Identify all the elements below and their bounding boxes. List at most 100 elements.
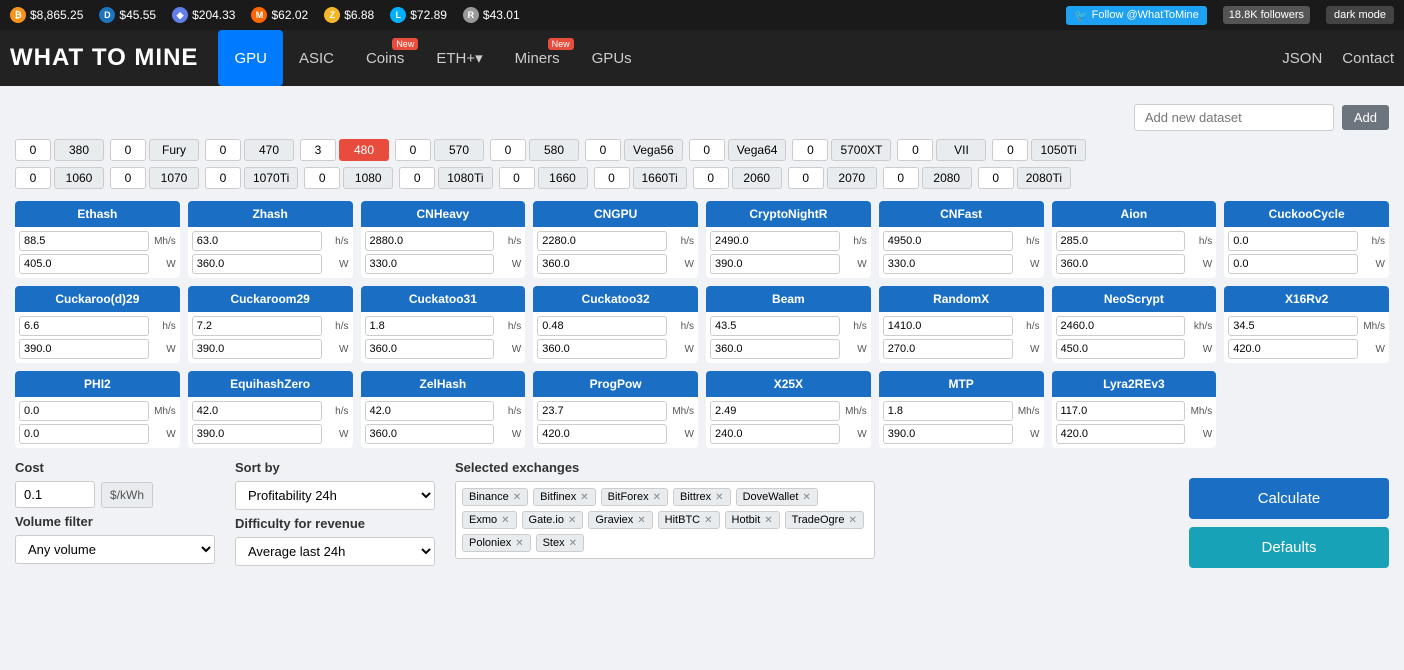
nav-item-miners[interactable]: MinersNew: [499, 30, 576, 86]
calculate-button[interactable]: Calculate: [1189, 478, 1389, 519]
algo-header-ethash[interactable]: Ethash: [15, 201, 180, 227]
exchange-remove-hitbtc[interactable]: ✕: [704, 515, 712, 526]
exchange-remove-gate.io[interactable]: ✕: [568, 515, 576, 526]
algo-header-cuckaroo-d-29[interactable]: Cuckaroo(d)29: [15, 286, 180, 312]
algo-power-randomx[interactable]: [883, 339, 1013, 359]
add-dataset-button[interactable]: Add: [1342, 105, 1389, 130]
algo-header-cnfast[interactable]: CNFast: [879, 201, 1044, 227]
gpu-count-2080[interactable]: [883, 167, 919, 189]
gpu-count-2070[interactable]: [788, 167, 824, 189]
algo-power-cnfast[interactable]: [883, 254, 1013, 274]
algo-header-cnheavy[interactable]: CNHeavy: [361, 201, 526, 227]
algo-power-beam[interactable]: [710, 339, 840, 359]
algo-hashrate-progpow[interactable]: [537, 401, 667, 421]
algo-hashrate-cuckaroo-d-29[interactable]: [19, 316, 149, 336]
exchange-remove-exmo[interactable]: ✕: [501, 515, 509, 526]
exchange-remove-bittrex[interactable]: ✕: [715, 492, 723, 503]
nav-right-json[interactable]: JSON: [1282, 50, 1322, 67]
algo-power-x16rv2[interactable]: [1228, 339, 1358, 359]
algo-hashrate-zhash[interactable]: [192, 231, 322, 251]
exchange-remove-tradeogre[interactable]: ✕: [848, 515, 856, 526]
gpu-count-5700XT[interactable]: [792, 139, 828, 161]
gpu-count-580[interactable]: [490, 139, 526, 161]
algo-power-zelhash[interactable]: [365, 424, 495, 444]
exchange-remove-stex[interactable]: ✕: [569, 538, 577, 549]
gpu-count-470[interactable]: [205, 139, 241, 161]
gpu-count-480[interactable]: [300, 139, 336, 161]
algo-header-zhash[interactable]: Zhash: [188, 201, 353, 227]
algo-hashrate-cuckaroom29[interactable]: [192, 316, 322, 336]
nav-item-gpus[interactable]: GPUs: [576, 30, 648, 86]
algo-power-cngpu[interactable]: [537, 254, 667, 274]
exchange-remove-graviex[interactable]: ✕: [637, 515, 645, 526]
algo-hashrate-neoscrypt[interactable]: [1056, 316, 1186, 336]
algo-hashrate-equihashzero[interactable]: [192, 401, 322, 421]
gpu-count-1660[interactable]: [499, 167, 535, 189]
algo-header-cuckatoo31[interactable]: Cuckatoo31: [361, 286, 526, 312]
nav-item-coins[interactable]: CoinsNew: [350, 30, 420, 86]
algo-hashrate-cnfast[interactable]: [883, 231, 1013, 251]
algo-power-x25x[interactable]: [710, 424, 840, 444]
algo-power-progpow[interactable]: [537, 424, 667, 444]
gpu-count-Vega64[interactable]: [689, 139, 725, 161]
algo-power-lyra2rev3[interactable]: [1056, 424, 1186, 444]
algo-power-ethash[interactable]: [19, 254, 149, 274]
defaults-button[interactable]: Defaults: [1189, 527, 1389, 568]
gpu-count-1080[interactable]: [304, 167, 340, 189]
algo-hashrate-cuckatoo32[interactable]: [537, 316, 667, 336]
algo-hashrate-zelhash[interactable]: [365, 401, 495, 421]
algo-hashrate-phi2[interactable]: [19, 401, 149, 421]
algo-hashrate-aion[interactable]: [1056, 231, 1186, 251]
gpu-count-VII[interactable]: [897, 139, 933, 161]
algo-power-equihashzero[interactable]: [192, 424, 322, 444]
algo-hashrate-x16rv2[interactable]: [1228, 316, 1358, 336]
gpu-count-2080Ti[interactable]: [978, 167, 1014, 189]
algo-header-beam[interactable]: Beam: [706, 286, 871, 312]
algo-power-cnheavy[interactable]: [365, 254, 495, 274]
follow-button[interactable]: 🐦 Follow @WhatToMine: [1066, 6, 1207, 25]
gpu-count-2060[interactable]: [693, 167, 729, 189]
algo-header-x25x[interactable]: X25X: [706, 371, 871, 397]
algo-power-cuckoocycle[interactable]: [1228, 254, 1358, 274]
nav-item-asic[interactable]: ASIC: [283, 30, 350, 86]
gpu-count-570[interactable]: [395, 139, 431, 161]
exchange-remove-poloniex[interactable]: ✕: [515, 538, 523, 549]
algo-power-aion[interactable]: [1056, 254, 1186, 274]
sort-by-select[interactable]: Profitability 24h: [235, 481, 435, 510]
algo-hashrate-mtp[interactable]: [883, 401, 1013, 421]
algo-header-phi2[interactable]: PHI2: [15, 371, 180, 397]
gpu-count-1060[interactable]: [15, 167, 51, 189]
exchange-remove-dovewallet[interactable]: ✕: [802, 492, 810, 503]
algo-hashrate-cnheavy[interactable]: [365, 231, 495, 251]
exchange-remove-binance[interactable]: ✕: [513, 492, 521, 503]
gpu-count-Fury[interactable]: [110, 139, 146, 161]
algo-hashrate-cuckatoo31[interactable]: [365, 316, 495, 336]
algo-header-cuckaroom29[interactable]: Cuckaroom29: [188, 286, 353, 312]
algo-header-randomx[interactable]: RandomX: [879, 286, 1044, 312]
algo-hashrate-ethash[interactable]: [19, 231, 149, 251]
algo-hashrate-beam[interactable]: [710, 316, 840, 336]
algo-header-lyra2rev3[interactable]: Lyra2REv3: [1052, 371, 1217, 397]
algo-header-cngpu[interactable]: CNGPU: [533, 201, 698, 227]
exchange-remove-bitfinex[interactable]: ✕: [580, 492, 588, 503]
gpu-count-380[interactable]: [15, 139, 51, 161]
algo-hashrate-x25x[interactable]: [710, 401, 840, 421]
algo-header-mtp[interactable]: MTP: [879, 371, 1044, 397]
dataset-input[interactable]: [1134, 104, 1334, 131]
gpu-count-1070[interactable]: [110, 167, 146, 189]
algo-power-mtp[interactable]: [883, 424, 1013, 444]
algo-header-neoscrypt[interactable]: NeoScrypt: [1052, 286, 1217, 312]
algo-power-cuckatoo32[interactable]: [537, 339, 667, 359]
algo-header-cryptonightr[interactable]: CryptoNightR: [706, 201, 871, 227]
algo-power-neoscrypt[interactable]: [1056, 339, 1186, 359]
algo-header-zelhash[interactable]: ZelHash: [361, 371, 526, 397]
algo-hashrate-cngpu[interactable]: [537, 231, 667, 251]
algo-header-aion[interactable]: Aion: [1052, 201, 1217, 227]
algo-hashrate-randomx[interactable]: [883, 316, 1013, 336]
volume-filter-select[interactable]: Any volume: [15, 535, 215, 564]
algo-power-phi2[interactable]: [19, 424, 149, 444]
difficulty-select[interactable]: Average last 24h: [235, 537, 435, 566]
exchange-remove-hotbit[interactable]: ✕: [764, 515, 772, 526]
algo-header-progpow[interactable]: ProgPow: [533, 371, 698, 397]
exchange-remove-bitforex[interactable]: ✕: [653, 492, 661, 503]
